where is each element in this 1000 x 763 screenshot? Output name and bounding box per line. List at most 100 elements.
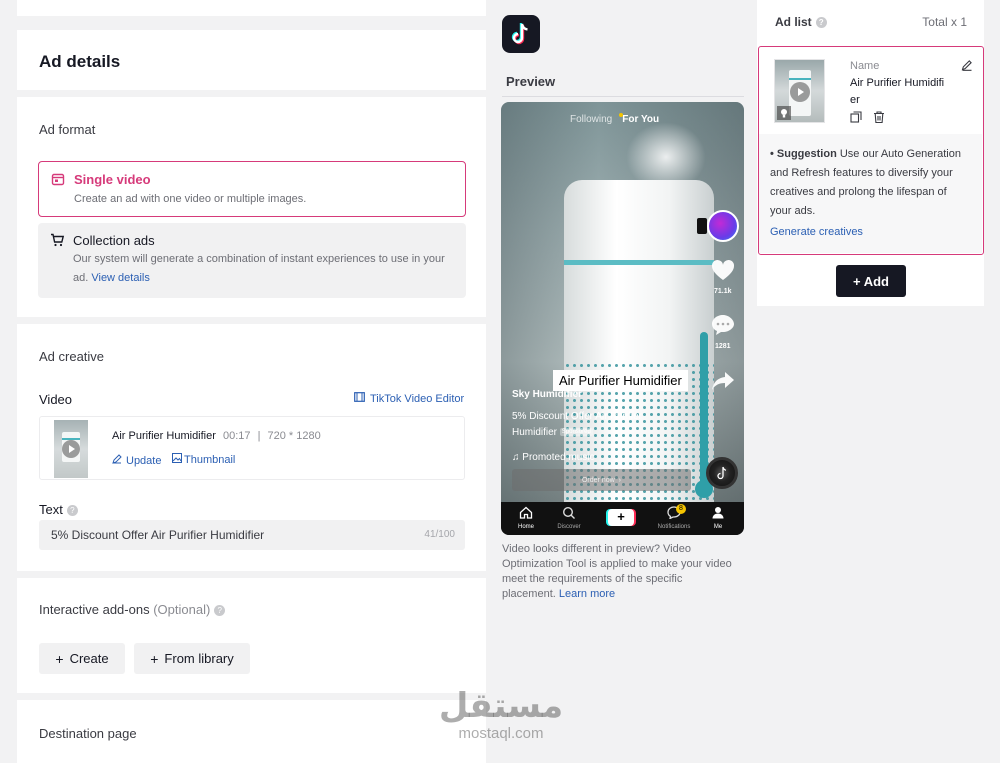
- tiktok-logo: [502, 15, 540, 53]
- notification-badge: 8: [676, 504, 686, 514]
- caption-line2: Humidifier Sponsored: [512, 427, 593, 438]
- ad-details-title: Ad details: [39, 52, 121, 71]
- suggestion-line2: and Refresh features to diversify your: [770, 167, 953, 179]
- preview-note-line4: placement. Learn more: [502, 587, 752, 602]
- edit-name-icon[interactable]: [961, 58, 973, 76]
- plus-icon: +: [150, 650, 159, 667]
- heart-icon[interactable]: [711, 259, 735, 286]
- cta-label: Order now: [581, 476, 615, 484]
- music-disc[interactable]: [706, 457, 738, 489]
- video-thumbnail[interactable]: [54, 420, 88, 478]
- feed-tabs: Following For You: [570, 114, 659, 125]
- share-icon[interactable]: [711, 370, 735, 397]
- tab-following[interactable]: Following: [570, 114, 612, 125]
- ad-item-thumbnail[interactable]: [774, 59, 825, 123]
- nav-create-label: +: [617, 509, 625, 524]
- ad-text-value: 5% Discount Offer Air Purifier Humidifie…: [51, 528, 265, 542]
- from-library-button[interactable]: + From library: [134, 643, 250, 674]
- interactive-addons-section: Interactive add-ons (Optional)? + Create…: [17, 578, 486, 693]
- ad-list-item[interactable]: Name Air Purifier Humidifi er • Suggesti…: [758, 46, 984, 255]
- duplicate-icon[interactable]: [850, 110, 862, 128]
- preview-note: Video looks different in preview? Video …: [502, 542, 752, 602]
- preview-note-line1: Video looks different in preview? Video: [502, 543, 691, 555]
- chevron-right-icon: ›: [618, 476, 622, 484]
- account-name: Sky Humidifier: [512, 389, 583, 400]
- watermark-latin: mostaql.com: [458, 725, 544, 742]
- preview-divider: [502, 96, 744, 97]
- format-option-single-video[interactable]: Single video Create an ad with one video…: [38, 161, 466, 217]
- preview-note-line2: Optimization Tool is applied to make you…: [502, 558, 732, 570]
- add-ad-button[interactable]: + Add: [836, 265, 906, 297]
- update-label: Update: [126, 454, 162, 467]
- ad-creative-heading: Ad creative: [39, 349, 105, 364]
- likes-count: 71.1k: [714, 288, 732, 295]
- person-icon: [712, 507, 724, 519]
- phone-preview: Following For You 71.1k 1281 Air Purifie…: [501, 102, 744, 535]
- text-label: Text?: [39, 502, 78, 517]
- delete-icon[interactable]: [873, 110, 885, 128]
- ad-format-section: Ad format Single video Create an ad with…: [17, 97, 486, 317]
- humidifier-stripe: [564, 260, 714, 265]
- cart-icon: [50, 233, 65, 252]
- tiktok-video-editor-link[interactable]: TikTok Video Editor: [354, 392, 464, 405]
- search-icon: [562, 506, 575, 519]
- video-item-card: Air Purifier Humidifier 00:17 | 720 * 12…: [39, 416, 465, 480]
- ad-item-name-label: Name: [850, 60, 880, 72]
- cta-button[interactable]: Order now ›: [512, 469, 691, 491]
- ad-format-heading: Ad format: [39, 122, 96, 137]
- preview-label: Preview: [506, 74, 556, 89]
- view-details-link[interactable]: View details: [91, 272, 150, 284]
- ad-details-header: Ad details: [17, 30, 486, 90]
- nav-home[interactable]: Home: [514, 506, 538, 530]
- nav-create-button[interactable]: +: [608, 509, 634, 526]
- ad-list-panel: Ad list? Total x 1 Name Air Purifier Hum…: [757, 0, 984, 306]
- nav-notifications[interactable]: Notifications: [651, 506, 697, 530]
- ad-list-header: Ad list?: [775, 15, 827, 29]
- help-icon: ?: [66, 505, 78, 517]
- generate-creatives-link[interactable]: Generate creatives: [770, 223, 975, 242]
- video-duration: 00:17: [222, 430, 251, 442]
- ad-text-input[interactable]: 5% Discount Offer Air Purifier Humidifie…: [39, 520, 465, 550]
- interactive-addons-title: Interactive add-ons: [39, 602, 150, 617]
- play-icon: [62, 440, 80, 458]
- collection-ads-title: Collection ads: [73, 233, 155, 248]
- update-button[interactable]: Update: [112, 454, 161, 467]
- nav-me[interactable]: Me: [708, 506, 728, 530]
- create-label: Create: [69, 651, 109, 666]
- suggestion-text: • Suggestion Use our Auto Generation and…: [770, 145, 975, 242]
- video-resolution: 720 * 1280: [267, 430, 321, 442]
- video-meta: Air Purifier Humidifier 00:17 | 720 * 12…: [112, 430, 321, 442]
- format-option-collection-ads[interactable]: Collection ads Our system will generate …: [38, 223, 466, 298]
- nav-discover[interactable]: Discover: [554, 506, 584, 530]
- text-label-text: Text: [39, 502, 63, 517]
- pencil-icon: [112, 454, 122, 467]
- profile-avatar[interactable]: [707, 210, 739, 242]
- bottom-nav: Home Discover + Notifications 8 Me: [501, 502, 744, 535]
- thumbnail-label: Thumbnail: [184, 453, 236, 466]
- single-video-title: Single video: [74, 172, 151, 187]
- learn-more-link[interactable]: Learn more: [559, 588, 615, 600]
- video-label: Video: [39, 392, 73, 407]
- suggestion-label: • Suggestion: [770, 148, 837, 160]
- sponsored-badge: Sponsored: [559, 428, 593, 437]
- top-card-fragment: [17, 0, 486, 16]
- preview-note-line3: meet the requirements of the specific: [502, 573, 683, 585]
- overlay-product-title: Air Purifier Humidifier: [553, 370, 688, 391]
- interactive-addons-optional: (Optional): [153, 602, 211, 617]
- interactive-addons-label: Interactive add-ons (Optional)?: [39, 602, 226, 617]
- destination-page-label: Destination page: [39, 726, 137, 741]
- watermark: مستقل mostaql.com: [438, 686, 564, 742]
- plus-icon: +: [55, 650, 64, 667]
- live-dot: [619, 113, 623, 117]
- create-button[interactable]: + Create: [39, 643, 125, 674]
- comment-icon[interactable]: [711, 314, 735, 341]
- nav-notifications-label: Notifications: [657, 524, 691, 530]
- collection-ads-desc-prefix: ad.: [73, 272, 89, 284]
- tab-for-you[interactable]: For You: [622, 114, 659, 125]
- caption-line2-text: Humidifier: [512, 427, 558, 438]
- bulb-icon: [777, 106, 791, 120]
- play-icon: [790, 82, 810, 102]
- thumbnail-button[interactable]: Thumbnail: [172, 453, 235, 466]
- watermark-arabic: مستقل: [438, 686, 564, 726]
- video-name: Air Purifier Humidifier: [112, 430, 216, 442]
